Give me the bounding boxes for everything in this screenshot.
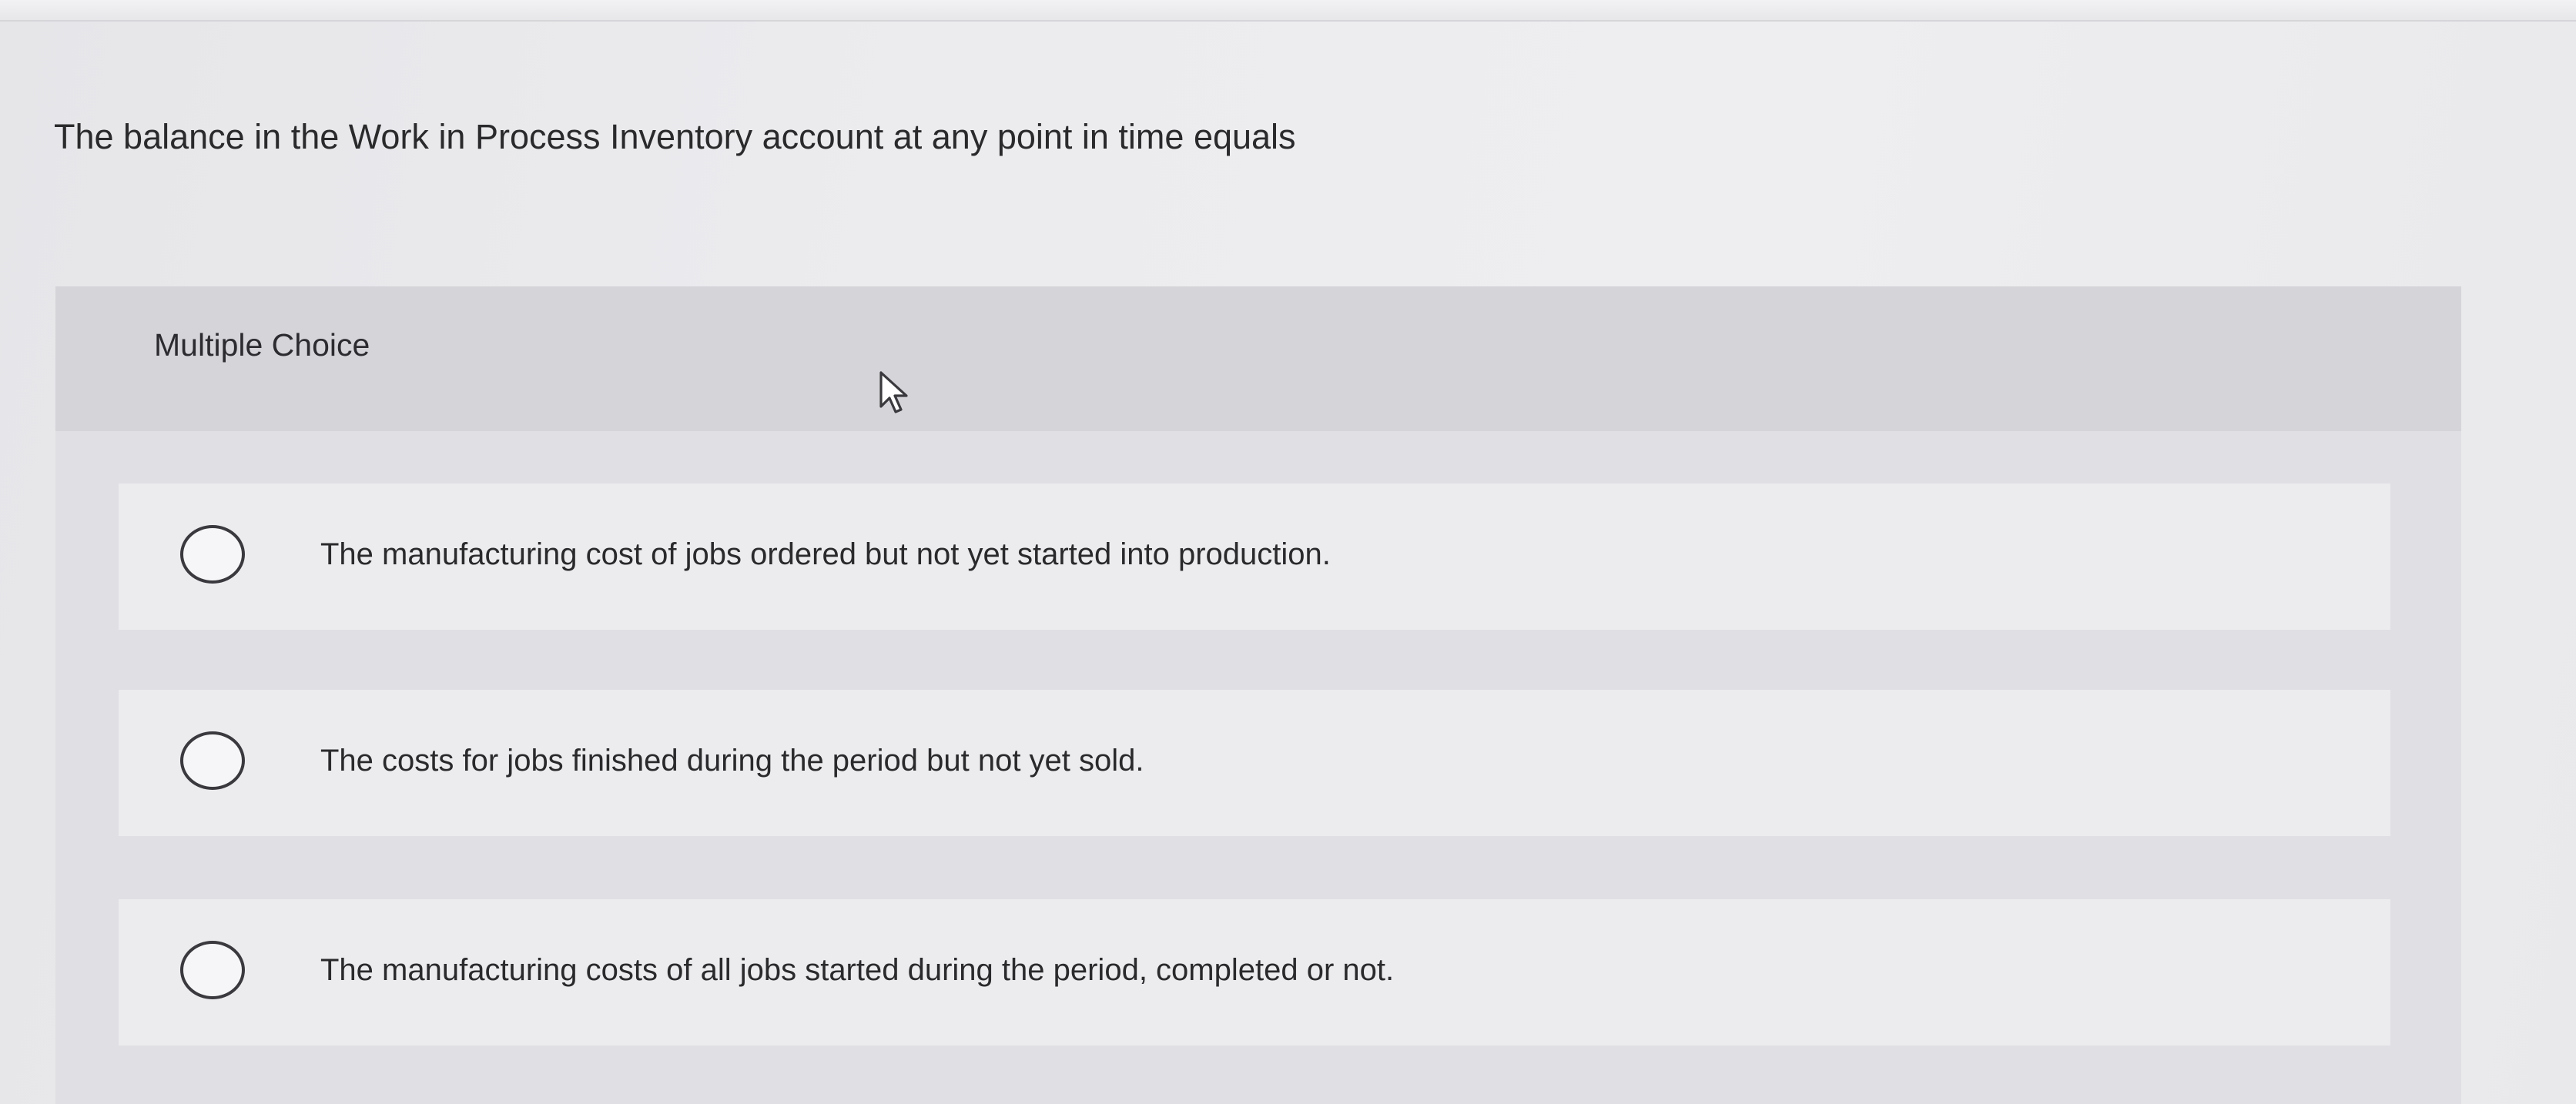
answer-option-3[interactable]: The manufacturing costs of all jobs star… (119, 899, 2390, 1045)
answer-option-2[interactable]: The costs for jobs finished during the p… (119, 690, 2390, 836)
answer-option-1-label: The manufacturing cost of jobs ordered b… (320, 537, 1331, 571)
question-text: The balance in the Work in Process Inven… (54, 117, 1296, 156)
mouse-pointer-icon (879, 371, 908, 413)
panel-header: Multiple Choice (55, 286, 2461, 431)
window-top-edge (0, 0, 2576, 22)
answer-option-3-label: The manufacturing costs of all jobs star… (320, 953, 1395, 987)
answer-option-1[interactable]: The manufacturing cost of jobs ordered b… (119, 483, 2390, 630)
panel-title: Multiple Choice (154, 327, 370, 363)
answer-option-2-label: The costs for jobs finished during the p… (320, 744, 1144, 778)
radio-button-3[interactable] (180, 941, 245, 999)
radio-button-1[interactable] (180, 525, 245, 584)
multiple-choice-panel: Multiple Choice The manufacturing cost o… (55, 286, 2461, 1104)
radio-button-2[interactable] (180, 731, 245, 790)
